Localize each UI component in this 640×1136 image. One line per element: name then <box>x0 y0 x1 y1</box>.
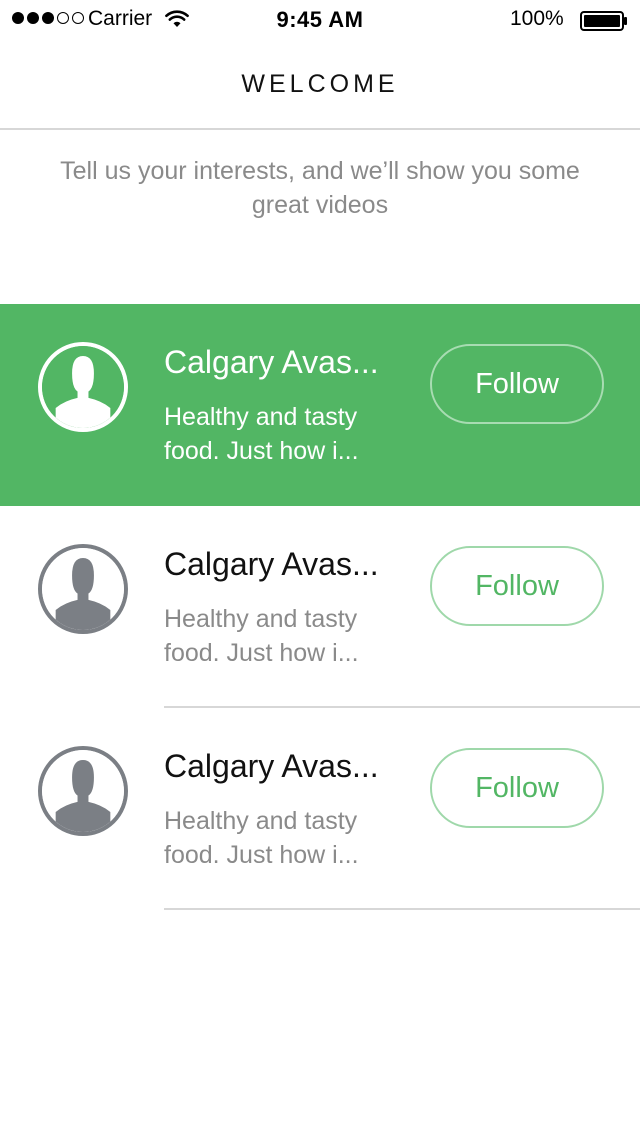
channel-row[interactable]: Calgary Avas... Healthy and tasty food. … <box>0 708 640 910</box>
nav-divider <box>0 128 640 130</box>
follow-button[interactable]: Follow <box>430 748 604 828</box>
welcome-screen: Carrier 9:45 AM 100% WELCOME Tell us you… <box>0 0 640 1136</box>
channel-description: Healthy and tasty food. Just how i... <box>164 605 359 667</box>
battery-percentage: 100% <box>510 7 564 30</box>
avatar-icon <box>38 342 128 432</box>
avatar-icon <box>38 746 128 836</box>
channel-title: Calgary Avas... <box>164 344 379 380</box>
row-divider <box>164 908 640 910</box>
intro-text: Tell us your interests, and we’ll show y… <box>60 157 580 219</box>
channel-title: Calgary Avas... <box>164 546 379 582</box>
battery-icon <box>580 11 627 31</box>
follow-button[interactable]: Follow <box>430 546 604 626</box>
page-title: WELCOME <box>241 70 399 98</box>
channel-row[interactable]: Calgary Avas... Healthy and tasty food. … <box>0 506 640 708</box>
channel-row[interactable]: Calgary Avas... Healthy and tasty food. … <box>0 304 640 506</box>
follow-button[interactable]: Follow <box>430 344 604 424</box>
status-bar: Carrier 9:45 AM 100% <box>0 0 640 40</box>
channel-description: Healthy and tasty food. Just how i... <box>164 403 359 465</box>
channel-description: Healthy and tasty food. Just how i... <box>164 807 359 869</box>
avatar-icon <box>38 544 128 634</box>
channel-title: Calgary Avas... <box>164 748 379 784</box>
